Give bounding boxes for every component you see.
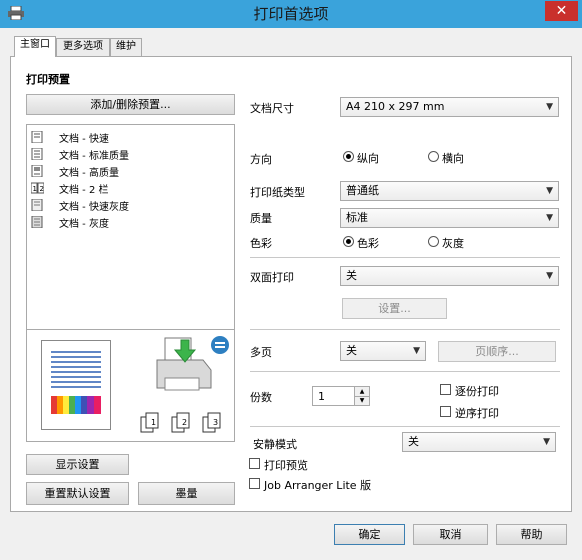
- orientation-landscape-label: 横向: [442, 152, 464, 165]
- cancel-button[interactable]: 取消: [413, 524, 488, 545]
- two-pages-icon: 12: [31, 182, 44, 194]
- divider: [250, 426, 560, 427]
- preset-label: 文档 - 2 栏: [59, 185, 109, 196]
- print-preview-panel: 1 2 3: [26, 330, 235, 442]
- document-standard-icon: [31, 148, 43, 160]
- multi-page-value: 关: [346, 344, 357, 357]
- quiet-mode-select[interactable]: 关 ▼: [402, 432, 556, 452]
- duplex-select[interactable]: 关 ▼: [340, 266, 559, 286]
- color-grayscale-radio[interactable]: [428, 236, 439, 247]
- reverse-order-checkbox[interactable]: [440, 406, 451, 417]
- quality-label: 质量: [250, 212, 272, 225]
- window-title: 打印首选项: [253, 5, 329, 23]
- display-settings-button[interactable]: 显示设置: [26, 454, 129, 475]
- svg-text:1: 1: [33, 185, 37, 193]
- divider: [250, 329, 560, 330]
- duplex-label: 双面打印: [250, 271, 294, 284]
- job-arranger-checkbox[interactable]: [249, 478, 260, 489]
- quality-value: 标准: [346, 211, 368, 224]
- divider: [250, 371, 560, 372]
- copies-label: 份数: [250, 391, 272, 404]
- orientation-label: 方向: [250, 153, 272, 166]
- doc-size-select[interactable]: A4 210 x 297 mm ▼: [340, 97, 559, 117]
- quiet-mode-label: 安静模式: [253, 438, 297, 451]
- ink-levels-button[interactable]: 墨量: [138, 482, 235, 505]
- help-button[interactable]: 帮助: [496, 524, 567, 545]
- increment-icon[interactable]: ▲: [354, 387, 369, 396]
- page-preview-icon: [41, 340, 111, 430]
- chevron-down-icon: ▼: [543, 437, 550, 447]
- preset-label: 文档 - 快速: [59, 134, 109, 145]
- printer-icon: [156, 337, 212, 391]
- paper-type-value: 普通纸: [346, 184, 379, 197]
- decrement-icon[interactable]: ▼: [354, 396, 369, 405]
- svg-text:2: 2: [40, 185, 44, 193]
- tab-maintenance[interactable]: 维护: [110, 38, 142, 56]
- preset-label: 文档 - 标准质量: [59, 151, 129, 162]
- duplex-settings-button[interactable]: 设置...: [342, 298, 447, 319]
- copies-1-icon: 1: [139, 412, 163, 434]
- title-bar: 打印首选项 ✕: [0, 0, 582, 28]
- orientation-portrait-radio[interactable]: [343, 151, 354, 162]
- document-grayscale-icon: [31, 216, 43, 228]
- print-preview-label: 打印预览: [264, 459, 308, 472]
- reverse-order-label: 逆序打印: [455, 407, 499, 420]
- close-button[interactable]: ✕: [545, 1, 578, 21]
- duplex-value: 关: [346, 269, 357, 282]
- add-remove-preset-button[interactable]: 添加/删除预置...: [26, 94, 235, 115]
- document-fast-grayscale-icon: [31, 199, 43, 211]
- chevron-down-icon: ▼: [413, 346, 420, 356]
- chevron-down-icon: ▼: [546, 102, 553, 112]
- color-label: 色彩: [250, 237, 272, 250]
- tab-more-options[interactable]: 更多选项: [56, 38, 110, 56]
- orientation-landscape-radio[interactable]: [428, 151, 439, 162]
- collate-checkbox[interactable]: [440, 384, 451, 395]
- tab-main[interactable]: 主窗口: [14, 36, 56, 57]
- copy-number: 3: [213, 418, 218, 427]
- copies-stepper[interactable]: 1 ▲ ▼: [312, 386, 370, 406]
- document-high-quality-icon: [31, 165, 43, 177]
- paper-type-select[interactable]: 普通纸 ▼: [340, 181, 559, 201]
- copies-2-icon: 2: [170, 412, 194, 434]
- color-grayscale-label: 灰度: [442, 237, 464, 250]
- preset-list: 文档 - 快速 文档 - 标准质量 文档 - 高质量 12 文档 - 2 栏 文…: [26, 124, 235, 330]
- presets-title: 打印预置: [26, 73, 70, 86]
- info-badge-icon[interactable]: [210, 335, 230, 355]
- copies-value: 1: [318, 390, 325, 403]
- quality-select[interactable]: 标准 ▼: [340, 208, 559, 228]
- multi-page-select[interactable]: 关 ▼: [340, 341, 426, 361]
- divider: [250, 257, 560, 258]
- copy-number: 2: [182, 418, 187, 427]
- chevron-down-icon: ▼: [546, 271, 553, 281]
- copies-3-icon: 3: [201, 412, 225, 434]
- reset-defaults-button[interactable]: 重置默认设置: [26, 482, 129, 505]
- paper-type-label: 打印纸类型: [250, 186, 305, 199]
- copy-number: 1: [151, 418, 156, 427]
- multi-page-label: 多页: [250, 346, 272, 359]
- ok-button[interactable]: 确定: [334, 524, 405, 545]
- collate-label: 逐份打印: [455, 385, 499, 398]
- preset-label: 文档 - 高质量: [59, 168, 119, 179]
- orientation-portrait-label: 纵向: [357, 152, 379, 165]
- quiet-mode-value: 关: [408, 435, 419, 448]
- chevron-down-icon: ▼: [546, 213, 553, 223]
- job-arranger-label: Job Arranger Lite 版: [264, 479, 372, 492]
- document-fast-icon: [31, 131, 43, 143]
- page-order-button[interactable]: 页顺序...: [438, 341, 556, 362]
- color-color-label: 色彩: [357, 237, 379, 250]
- preset-label: 文档 - 快速灰度: [59, 202, 129, 213]
- print-preview-checkbox[interactable]: [249, 458, 260, 469]
- close-icon: ✕: [555, 3, 568, 19]
- preset-label: 文档 - 灰度: [59, 219, 109, 230]
- color-color-radio[interactable]: [343, 236, 354, 247]
- chevron-down-icon: ▼: [546, 186, 553, 196]
- doc-size-value: A4 210 x 297 mm: [346, 100, 445, 113]
- doc-size-label: 文档尺寸: [250, 102, 294, 115]
